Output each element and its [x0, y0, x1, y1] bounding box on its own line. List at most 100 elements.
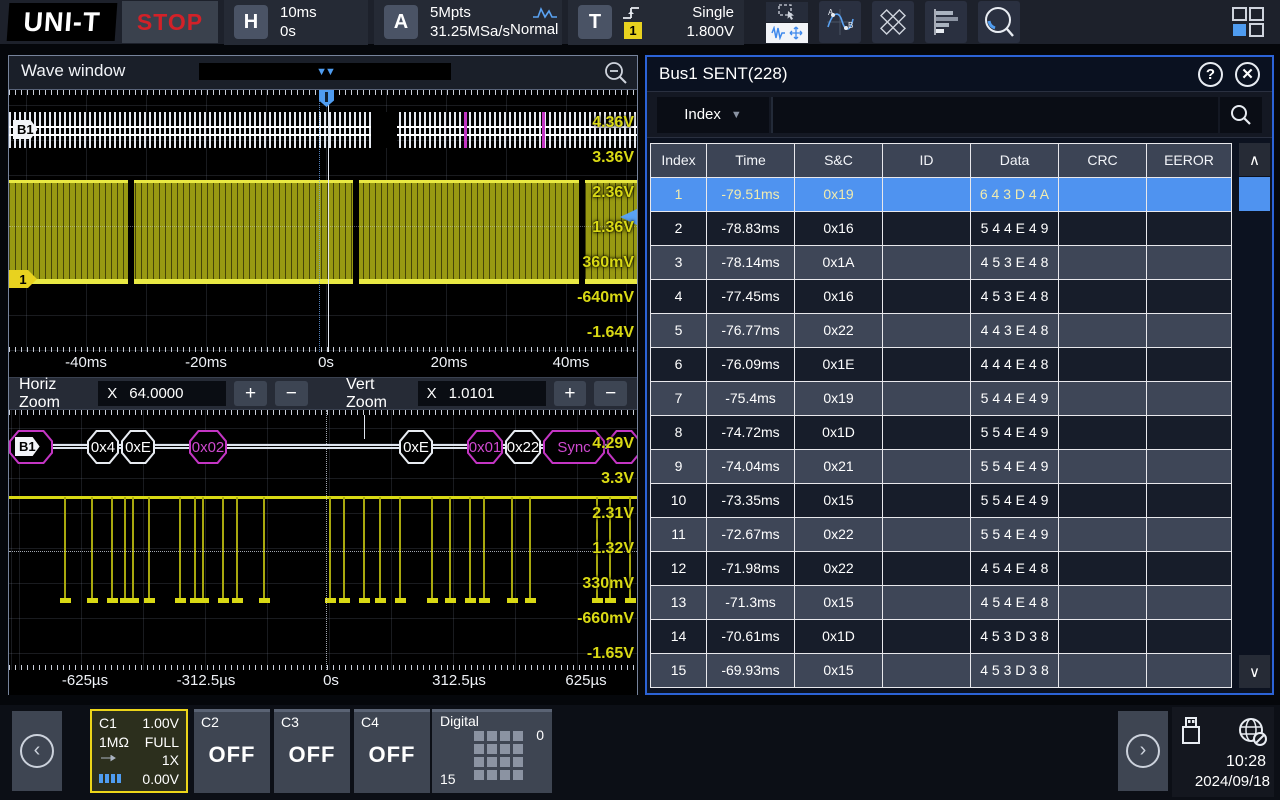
search-input[interactable] — [771, 97, 1218, 133]
cell-time: -75.4ms — [707, 382, 795, 416]
measure-rulers-button[interactable] — [872, 1, 914, 43]
cell-index: 2 — [651, 212, 707, 246]
table-row[interactable]: 8 -74.72ms 0x1D 5 5 4 E 4 9 — [651, 416, 1232, 450]
vert-zoom-increase-button[interactable]: + — [554, 381, 587, 406]
volt-label: 2.31V — [577, 496, 634, 531]
run-stop-button[interactable]: STOP — [122, 1, 218, 43]
table-row[interactable]: 2 -78.83ms 0x16 5 4 4 E 4 9 — [651, 212, 1232, 246]
time-label: 40ms — [553, 354, 590, 371]
digital-channels-card[interactable]: Digital 0 15 — [432, 709, 552, 793]
search-button[interactable] — [1220, 97, 1262, 133]
cell-sc: 0x19 — [795, 382, 883, 416]
svg-text:B: B — [848, 21, 853, 30]
table-row[interactable]: 3 -78.14ms 0x1A 4 5 3 E 4 8 — [651, 246, 1232, 280]
table-row[interactable]: 13 -71.3ms 0x15 4 5 4 E 4 8 — [651, 586, 1232, 620]
scrollbar-track[interactable] — [1239, 211, 1270, 655]
cell-sc: 0x21 — [795, 450, 883, 484]
channel1-card[interactable]: C1 1.00V 1MΩ FULL 1X 0.00V — [90, 709, 188, 793]
channel-bar-right-button[interactable]: › — [1118, 711, 1168, 791]
table-row[interactable]: 7 -75.4ms 0x19 5 4 4 E 4 9 — [651, 382, 1232, 416]
time-label: -20ms — [185, 354, 227, 371]
horizontal-scale: 10ms — [280, 3, 317, 22]
cell-index: 12 — [651, 552, 707, 586]
cell-index: 3 — [651, 246, 707, 280]
horiz-zoom-increase-button[interactable]: + — [234, 381, 267, 406]
table-row[interactable]: 9 -74.04ms 0x21 5 5 4 E 4 9 — [651, 450, 1232, 484]
acquire-key: A — [384, 5, 418, 39]
scroll-up-button[interactable]: ∧ — [1239, 143, 1270, 176]
cell-time: -74.04ms — [707, 450, 795, 484]
vert-zoom-decrease-button[interactable]: − — [594, 381, 627, 406]
horizontal-key: H — [234, 5, 268, 39]
cell-error — [1147, 212, 1232, 246]
table-row[interactable]: 10 -73.35ms 0x15 5 5 4 E 4 9 — [651, 484, 1232, 518]
table-row[interactable]: 6 -76.09ms 0x1E 4 4 4 E 4 8 — [651, 348, 1232, 382]
channel1-bandwidth: FULL — [145, 734, 179, 750]
search-events-button[interactable] — [978, 1, 1020, 43]
cell-data: 5 4 4 E 4 9 — [971, 212, 1059, 246]
table-row[interactable]: 5 -76.77ms 0x22 4 4 3 E 4 8 — [651, 314, 1232, 348]
layout-grid-button[interactable] — [1226, 1, 1270, 43]
zoom-out-button[interactable] — [603, 60, 629, 86]
channel1-offset: 0.00V — [142, 771, 179, 787]
trigger-position-marker[interactable] — [319, 90, 334, 107]
scrollbar-thumb[interactable] — [1239, 177, 1270, 211]
cell-crc — [1059, 280, 1147, 314]
cell-id — [883, 212, 971, 246]
channel-bar-left-button[interactable]: ‹ — [12, 711, 62, 791]
main-waveform-view[interactable]: B1 1 4.36V3.36V2.36V1.36V360mV-640mV-1.6… — [9, 90, 637, 352]
decode-segment: 0x01 — [467, 430, 503, 464]
trigger-level: 1.800V — [686, 22, 734, 41]
cell-id — [883, 382, 971, 416]
close-button[interactable]: ✕ — [1235, 62, 1260, 87]
bus-decode-panel: Bus1 SENT(228) ? ✕ Index ▼ IndexTimeS&CI… — [645, 55, 1274, 695]
volt-label: 3.3V — [577, 461, 634, 496]
math-ab-button[interactable]: AB — [819, 1, 861, 43]
zoom-region-edge — [319, 90, 321, 352]
digital-channel-grid-icon — [474, 731, 529, 783]
table-row[interactable]: 12 -71.98ms 0x22 4 5 4 E 4 8 — [651, 552, 1232, 586]
cursor-mode-buttons — [766, 1, 808, 43]
sample-rate: 31.25MSa/s — [430, 22, 510, 41]
acquire-settings[interactable]: A 5Mpts 31.25MSa/s Normal — [374, 0, 562, 45]
scroll-down-button[interactable]: ∨ — [1239, 655, 1270, 688]
table-row[interactable]: 1 -79.51ms 0x19 6 4 3 D 4 A — [651, 178, 1232, 212]
waveform-pan-button[interactable] — [766, 23, 808, 43]
horizontal-position-indicator[interactable]: ▼▼ — [199, 63, 451, 80]
table-row[interactable]: 14 -70.61ms 0x1D 4 5 3 D 3 8 — [651, 620, 1232, 654]
zoom-controls-bar: Horiz Zoom X 64.0000 + − Vert Zoom X 1.0… — [9, 377, 637, 410]
channel2-card[interactable]: C2 OFF — [194, 709, 270, 793]
histogram-button[interactable] — [925, 1, 967, 43]
decode-table-header: IndexTimeS&CIDDataCRCEEROR — [651, 144, 1232, 178]
trigger-settings[interactable]: T 1 Single 1.800V — [568, 0, 744, 45]
vert-zoom-value[interactable]: X 1.0101 — [418, 381, 546, 406]
trigger-sweep-mode: Single — [692, 3, 734, 22]
cell-time: -78.83ms — [707, 212, 795, 246]
cell-sc: 0x16 — [795, 280, 883, 314]
channel3-card[interactable]: C3 OFF — [274, 709, 350, 793]
table-row[interactable]: 11 -72.67ms 0x22 5 5 4 E 4 9 — [651, 518, 1232, 552]
horiz-zoom-decrease-button[interactable]: − — [275, 381, 308, 406]
system-status-panel[interactable]: 10:28 2024/09/18 — [1172, 707, 1274, 797]
horiz-zoom-value[interactable]: X 64.0000 — [98, 381, 226, 406]
cell-crc — [1059, 654, 1147, 688]
cell-id — [883, 280, 971, 314]
top-toolbar: UNI-T STOP H 10ms 0s A 5Mpts 31.25MSa/s … — [0, 0, 1280, 46]
help-button[interactable]: ? — [1198, 62, 1223, 87]
horizontal-settings[interactable]: H 10ms 0s — [224, 0, 368, 45]
svg-text:A: A — [828, 8, 834, 17]
table-row[interactable]: 15 -69.93ms 0x15 4 5 3 D 3 8 — [651, 654, 1232, 688]
table-row[interactable]: 4 -77.45ms 0x16 4 5 3 E 4 8 — [651, 280, 1232, 314]
cell-data: 5 5 4 E 4 9 — [971, 518, 1059, 552]
cell-index: 7 — [651, 382, 707, 416]
search-filter-dropdown[interactable]: Index ▼ — [657, 97, 769, 133]
cell-error — [1147, 552, 1232, 586]
channel4-card[interactable]: C4 OFF — [354, 709, 430, 793]
decode-frame-mark — [464, 112, 467, 148]
zoom-waveform-view[interactable]: 0x4 0xE 0x02 0xE — [9, 410, 637, 670]
cell-id — [883, 450, 971, 484]
selection-zoom-button[interactable] — [766, 2, 808, 22]
layout-grid-icon — [1231, 6, 1265, 38]
cell-id — [883, 620, 971, 654]
cell-error — [1147, 314, 1232, 348]
